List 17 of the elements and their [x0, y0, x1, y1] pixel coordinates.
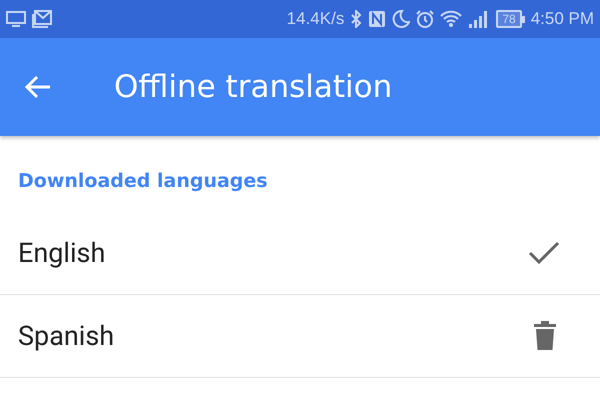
network-speed: 14.4K/s: [286, 9, 344, 29]
monitor-icon: [6, 11, 26, 27]
section-header: Downloaded languages: [18, 170, 269, 192]
mail-icon: [32, 10, 52, 28]
moon-icon: [392, 10, 410, 28]
nfc-icon: [368, 10, 386, 28]
screen-title: Offline translation: [114, 69, 392, 105]
language-name: English: [18, 237, 106, 269]
alarm-icon: [416, 10, 434, 28]
back-arrow-icon: [24, 75, 52, 99]
bluetooth-icon: [350, 10, 362, 28]
battery-level: 78: [496, 10, 522, 28]
wifi-icon: [440, 10, 462, 28]
checkmark-icon: [528, 241, 560, 265]
language-name: Spanish: [18, 320, 114, 352]
trash-icon: [534, 321, 556, 351]
clock-time: 4:50 PM: [530, 9, 594, 29]
